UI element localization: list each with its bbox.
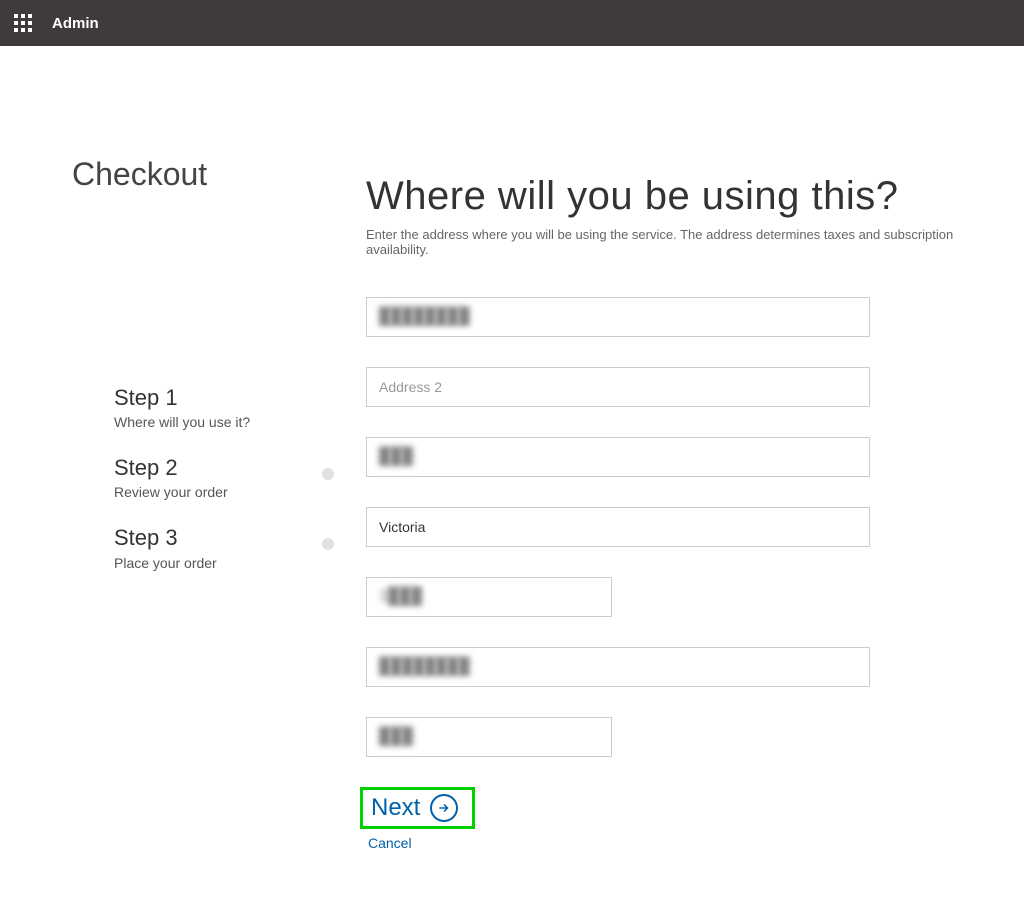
step-subtitle: Review your order xyxy=(114,484,344,500)
step-title: Step 3 xyxy=(114,526,344,550)
next-button-highlight: Next xyxy=(360,787,475,829)
address-form: Where will you be using this? Enter the … xyxy=(366,174,986,851)
address1-value: ████████ xyxy=(379,308,470,326)
city-input[interactable]: ███ xyxy=(366,437,870,477)
step-2[interactable]: Step 2 Review your order xyxy=(114,456,344,500)
form-subtext: Enter the address where you will be usin… xyxy=(366,227,986,257)
step-1[interactable]: Step 1 Where will you use it? xyxy=(114,386,344,430)
extra2-input[interactable]: ███ xyxy=(366,717,612,757)
next-button-label: Next xyxy=(371,794,420,822)
extra2-value: ███ xyxy=(379,728,413,746)
form-heading: Where will you be using this? xyxy=(366,174,986,219)
step-title: Step 1 xyxy=(114,386,344,410)
city-value: ███ xyxy=(379,448,413,466)
step-3[interactable]: Step 3 Place your order xyxy=(114,526,344,570)
step-subtitle: Place your order xyxy=(114,555,344,571)
next-button[interactable]: Next xyxy=(371,794,458,822)
state-input[interactable] xyxy=(366,507,870,547)
postal-input[interactable]: 3███ xyxy=(366,577,612,617)
extra1-value: ████████ xyxy=(379,658,470,676)
checkout-steps: Step 1 Where will you use it? Step 2 Rev… xyxy=(114,386,344,597)
address1-input[interactable]: ████████ xyxy=(366,297,870,337)
cancel-link[interactable]: Cancel xyxy=(368,835,986,851)
top-bar: Admin xyxy=(0,0,1024,46)
step-subtitle: Where will you use it? xyxy=(114,414,344,430)
extra1-input[interactable]: ████████ xyxy=(366,647,870,687)
step-title: Step 2 xyxy=(114,456,344,480)
arrow-right-icon xyxy=(430,794,458,822)
address2-input[interactable] xyxy=(366,367,870,407)
page-title: Checkout xyxy=(72,156,207,193)
form-actions: Next Cancel xyxy=(366,787,986,851)
app-launcher-icon[interactable] xyxy=(14,14,32,32)
postal-value: 3███ xyxy=(379,588,422,606)
app-title: Admin xyxy=(52,15,99,32)
